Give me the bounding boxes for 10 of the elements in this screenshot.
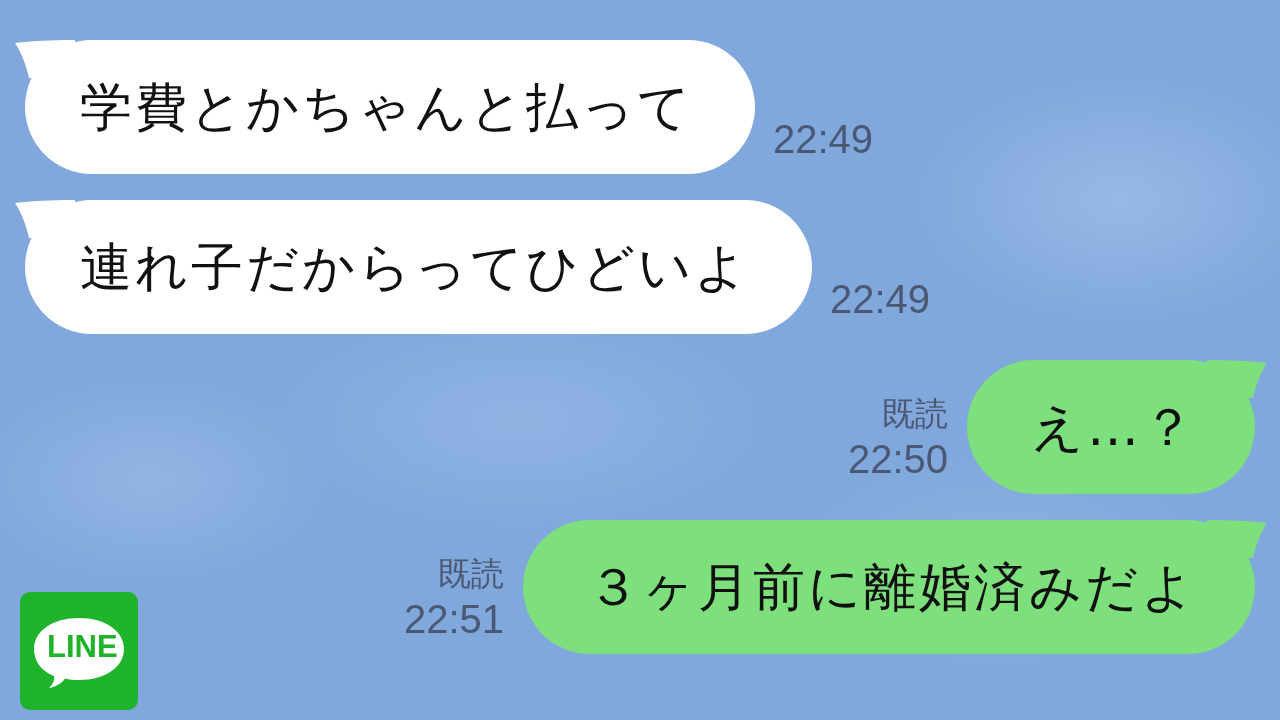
incoming-message-bubble: 学費とかちゃんと払って (25, 40, 755, 174)
incoming-message-bubble: 連れ子だからってひどいよ (25, 200, 812, 334)
logo-wordmark: LINE (47, 630, 118, 664)
message-time: 22:50 (847, 436, 948, 482)
read-receipt: 既読 (438, 553, 504, 595)
message-time: 22:51 (403, 596, 504, 642)
read-receipt: 既読 (882, 393, 948, 435)
message-time: 22:49 (773, 116, 874, 162)
message-time: 22:49 (830, 276, 931, 322)
speech-bubble-icon (32, 616, 126, 690)
